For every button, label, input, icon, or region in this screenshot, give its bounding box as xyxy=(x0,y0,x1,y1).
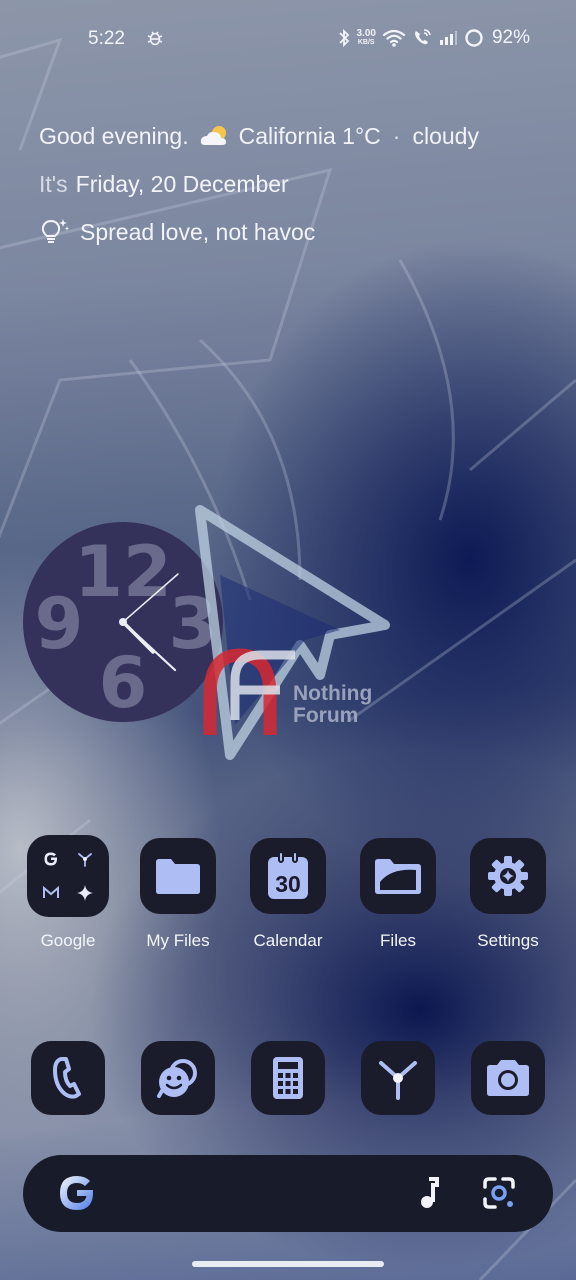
tip-text: Spread love, not havoc xyxy=(80,218,316,245)
status-bar: 5:22 3.00 KB/S 92% xyxy=(0,24,576,56)
google-folder-icon[interactable] xyxy=(27,835,109,917)
fan-app-icon[interactable] xyxy=(361,1041,435,1115)
clock-numeral-6: 6 xyxy=(99,642,148,722)
dock-messages[interactable] xyxy=(123,1041,233,1115)
fan-mini-icon xyxy=(78,853,92,867)
clock-numeral-12: 12 xyxy=(74,531,171,613)
phone-icon[interactable] xyxy=(31,1041,105,1115)
app-label-settings: Settings xyxy=(477,931,539,950)
greeting-text: Good evening. xyxy=(39,122,189,149)
at-a-glance-widget[interactable]: Good evening. California 1°C · cloudy It… xyxy=(39,112,479,256)
network-speed: 3.00 KB/S xyxy=(357,29,376,47)
calendar-icon[interactable]: 30 xyxy=(250,838,326,914)
app-label-calendar: Calendar xyxy=(253,931,323,950)
gmail-mini-icon xyxy=(43,886,59,898)
lightbulb-icon xyxy=(41,219,70,243)
bug-icon xyxy=(147,31,163,46)
date-text: Friday, 20 December xyxy=(75,170,289,197)
app-calendar[interactable]: 30 Calendar xyxy=(233,838,343,951)
watermark-line-1: Nothing xyxy=(293,682,373,705)
calculator-icon[interactable] xyxy=(251,1041,325,1115)
gesture-navigation-handle[interactable] xyxy=(192,1261,384,1267)
wifi-icon xyxy=(382,29,406,47)
weather-condition[interactable]: cloudy xyxy=(412,123,478,150)
folder-icon[interactable] xyxy=(140,838,216,914)
battery-icon xyxy=(465,29,483,47)
status-time: 5:22 xyxy=(88,28,125,49)
separator-dot: · xyxy=(392,122,401,149)
google-g-mini-icon xyxy=(44,852,58,866)
files-icon[interactable] xyxy=(360,838,436,914)
tip-row: Spread love, not havoc xyxy=(39,208,479,256)
dock-fan-app[interactable] xyxy=(343,1041,453,1115)
app-label-files: Files xyxy=(380,931,416,950)
watermark-text: Nothing Forum xyxy=(293,683,372,727)
app-label-my-files: My Files xyxy=(146,931,210,950)
dock-calculator[interactable] xyxy=(233,1041,343,1115)
network-speed-value: 3.00 xyxy=(356,28,376,39)
clock-numeral-9: 9 xyxy=(35,583,84,665)
network-speed-unit: KB/S xyxy=(357,39,375,46)
weather-location-temp[interactable]: California 1°C xyxy=(239,123,381,150)
music-search-icon[interactable] xyxy=(415,1175,441,1211)
google-lens-icon[interactable] xyxy=(481,1175,517,1211)
app-google-folder[interactable]: Google xyxy=(13,835,123,951)
signal-icon xyxy=(439,31,457,45)
clock-center xyxy=(119,618,127,626)
calendar-day: 30 xyxy=(275,871,301,897)
app-settings[interactable]: Settings xyxy=(453,838,563,951)
app-files[interactable]: Files xyxy=(343,838,453,951)
google-search-bar[interactable] xyxy=(23,1155,553,1232)
greeting-row: Good evening. California 1°C · cloudy xyxy=(39,112,479,160)
date-row[interactable]: It's Friday, 20 December xyxy=(39,160,479,208)
wifi-calling-icon xyxy=(414,29,431,45)
bluetooth-icon xyxy=(338,28,349,48)
app-my-files[interactable]: My Files xyxy=(123,838,233,951)
gemini-mini-icon xyxy=(77,885,93,901)
dock-phone[interactable] xyxy=(13,1041,123,1115)
camera-icon[interactable] xyxy=(471,1041,545,1115)
watermark-line-2: Forum xyxy=(293,704,359,727)
gear-icon[interactable] xyxy=(470,838,546,914)
app-label-google: Google xyxy=(40,931,96,950)
google-logo-icon[interactable] xyxy=(57,1172,97,1214)
date-prefix: It's xyxy=(39,170,68,197)
messages-icon[interactable] xyxy=(141,1041,215,1115)
dock-camera[interactable] xyxy=(453,1041,563,1115)
battery-level: 92% xyxy=(491,27,530,48)
partly-cloudy-icon xyxy=(200,126,226,145)
